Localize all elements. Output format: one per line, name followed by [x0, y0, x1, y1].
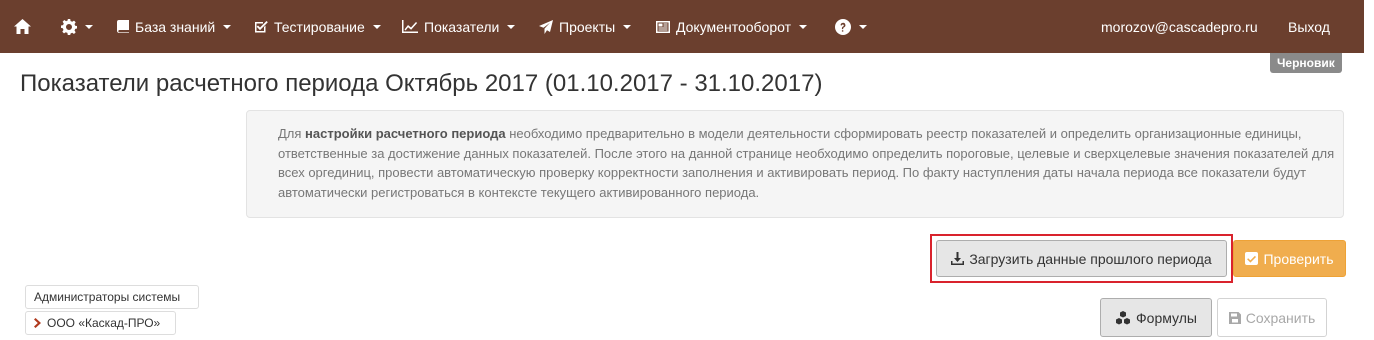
check-button-label: Проверить: [1263, 250, 1334, 267]
formulas-button-label: Формулы: [1136, 309, 1197, 326]
menu-knowledge-base[interactable]: База знаний: [117, 0, 232, 53]
logout-link[interactable]: Выход: [1288, 0, 1330, 53]
book-icon: [117, 20, 129, 33]
info-text-bold: настройки расчетного периода: [305, 126, 506, 141]
menu-projects[interactable]: Проекты: [539, 0, 632, 53]
menu-indicators-label: Показатели: [424, 18, 500, 35]
chevron-down-icon: [799, 24, 808, 29]
chevron-down-icon: [859, 24, 867, 29]
tree-item-admins-label: Администраторы системы: [34, 290, 181, 304]
tree-item-company[interactable]: ООО «Каскад-ПРО»: [25, 311, 176, 335]
question-circle-icon: [835, 18, 851, 35]
check-square-icon: [1245, 252, 1259, 265]
paper-plane-icon: [539, 19, 553, 34]
save-button[interactable]: Сохранить: [1217, 298, 1327, 337]
help-menu[interactable]: [835, 0, 867, 53]
load-previous-period-button[interactable]: Загрузить данные прошлого периода: [936, 240, 1227, 277]
home-icon: [14, 19, 31, 34]
gear-icon: [61, 18, 77, 35]
menu-testing-label: Тестирование: [274, 18, 365, 35]
checkbox-icon: [255, 21, 268, 33]
save-button-label: Сохранить: [1245, 309, 1316, 326]
floppy-disk-icon: [1228, 311, 1241, 324]
page-title: Показатели расчетного периода Октябрь 20…: [20, 70, 823, 97]
tree-item-company-label: ООО «Каскад-ПРО»: [47, 316, 161, 330]
cubes-icon: [1116, 310, 1131, 324]
status-badge: Черновик: [1270, 53, 1342, 73]
menu-knowledge-base-label: База знаний: [135, 18, 216, 35]
chevron-down-icon: [623, 24, 632, 29]
menu-projects-label: Проекты: [559, 18, 616, 35]
chevron-down-icon: [372, 24, 381, 29]
home-button[interactable]: [14, 0, 31, 53]
load-previous-period-label: Загрузить данные прошлого периода: [969, 250, 1212, 267]
check-button[interactable]: Проверить: [1233, 240, 1346, 277]
info-text: Для настройки расчетного периода необход…: [278, 124, 1338, 202]
menu-document-flow-label: Документооборот: [676, 18, 792, 35]
menu-testing[interactable]: Тестирование: [254, 0, 381, 53]
top-navbar: База знаний Тестирование Показатели Прое…: [0, 0, 1364, 53]
download-icon: [951, 252, 965, 265]
info-text-prefix: Для: [278, 126, 306, 141]
logout-label: Выход: [1288, 18, 1330, 35]
user-email-link[interactable]: morozov@cascadepro.ru: [1101, 0, 1258, 53]
chevron-right-icon[interactable]: [34, 318, 41, 328]
menu-document-flow[interactable]: Документооборот: [656, 0, 808, 53]
menu-indicators[interactable]: Показатели: [402, 0, 516, 53]
formulas-button[interactable]: Формулы: [1100, 298, 1212, 337]
settings-menu[interactable]: [61, 0, 93, 53]
chevron-down-icon: [223, 24, 232, 29]
newspaper-icon: [656, 20, 670, 33]
line-chart-icon: [402, 20, 418, 33]
info-panel: Для настройки расчетного периода необход…: [246, 110, 1344, 218]
chevron-down-icon: [507, 24, 516, 29]
chevron-down-icon: [85, 24, 93, 29]
user-email: morozov@cascadepro.ru: [1101, 18, 1258, 35]
tree-item-admins[interactable]: Администраторы системы: [25, 285, 199, 309]
